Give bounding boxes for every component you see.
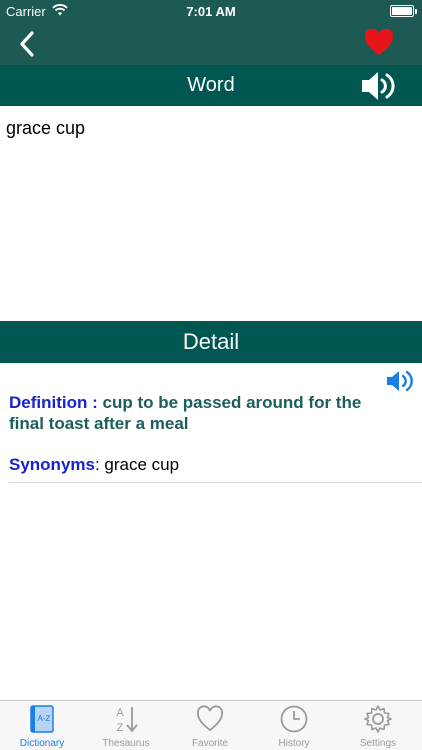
synonyms-text: Synonyms: grace cup — [9, 455, 179, 475]
az-sort-icon: A Z — [116, 707, 138, 734]
svg-text:A: A — [116, 707, 124, 719]
tab-favorite[interactable]: Favorite — [168, 701, 252, 750]
detail-area: Definition : cup to be passed around for… — [0, 363, 422, 700]
status-bar: Carrier 7:01 AM — [0, 0, 422, 22]
detail-section-header: Detail — [0, 321, 422, 363]
word-display-area: grace cup — [0, 106, 422, 321]
navigation-bar — [0, 22, 422, 65]
tab-settings[interactable]: Settings — [336, 701, 420, 750]
tab-favorite-label: Favorite — [191, 738, 229, 749]
tab-dictionary-label: Dictionary — [19, 738, 65, 749]
definition-text: Definition : cup to be passed around for… — [9, 392, 379, 434]
chevron-left-icon — [20, 31, 34, 57]
tab-thesaurus-label: Thesaurus — [102, 738, 150, 749]
battery-icon — [390, 5, 417, 17]
word-text: grace cup — [6, 118, 86, 138]
tab-history[interactable]: History — [252, 701, 336, 750]
speak-definition-button[interactable] — [386, 367, 414, 395]
synonyms-value: : grace cup — [94, 455, 180, 474]
gear-icon — [364, 705, 392, 733]
tab-settings-label: Settings — [359, 738, 397, 749]
svg-text:A-Z: A-Z — [38, 714, 51, 723]
speak-word-button[interactable] — [360, 68, 398, 104]
clock-time: 7:01 AM — [186, 4, 236, 19]
speaker-icon — [387, 370, 413, 392]
definition-label: Definition : — [9, 393, 98, 412]
heart-outline-icon — [196, 705, 224, 732]
synonyms-label: Synonyms — [9, 455, 95, 474]
svg-text:Z: Z — [117, 722, 124, 734]
detail-section-title: Detail — [182, 329, 240, 354]
word-section-title: Word — [187, 74, 235, 96]
tab-dictionary[interactable]: A-Z Dictionary — [0, 701, 84, 750]
divider — [9, 482, 422, 483]
tab-history-label: History — [278, 738, 310, 749]
dictionary-book-icon: A-Z — [30, 705, 54, 733]
word-section-header: Word — [0, 65, 422, 106]
heart-icon — [364, 28, 394, 55]
favorite-button[interactable] — [364, 28, 394, 57]
back-button[interactable] — [14, 30, 42, 58]
tab-bar: A-Z Dictionary A Z Thesaurus Favorite Hi… — [0, 700, 422, 750]
clock-icon — [280, 705, 308, 733]
speaker-icon — [362, 72, 395, 100]
tab-thesaurus[interactable]: A Z Thesaurus — [84, 701, 168, 750]
